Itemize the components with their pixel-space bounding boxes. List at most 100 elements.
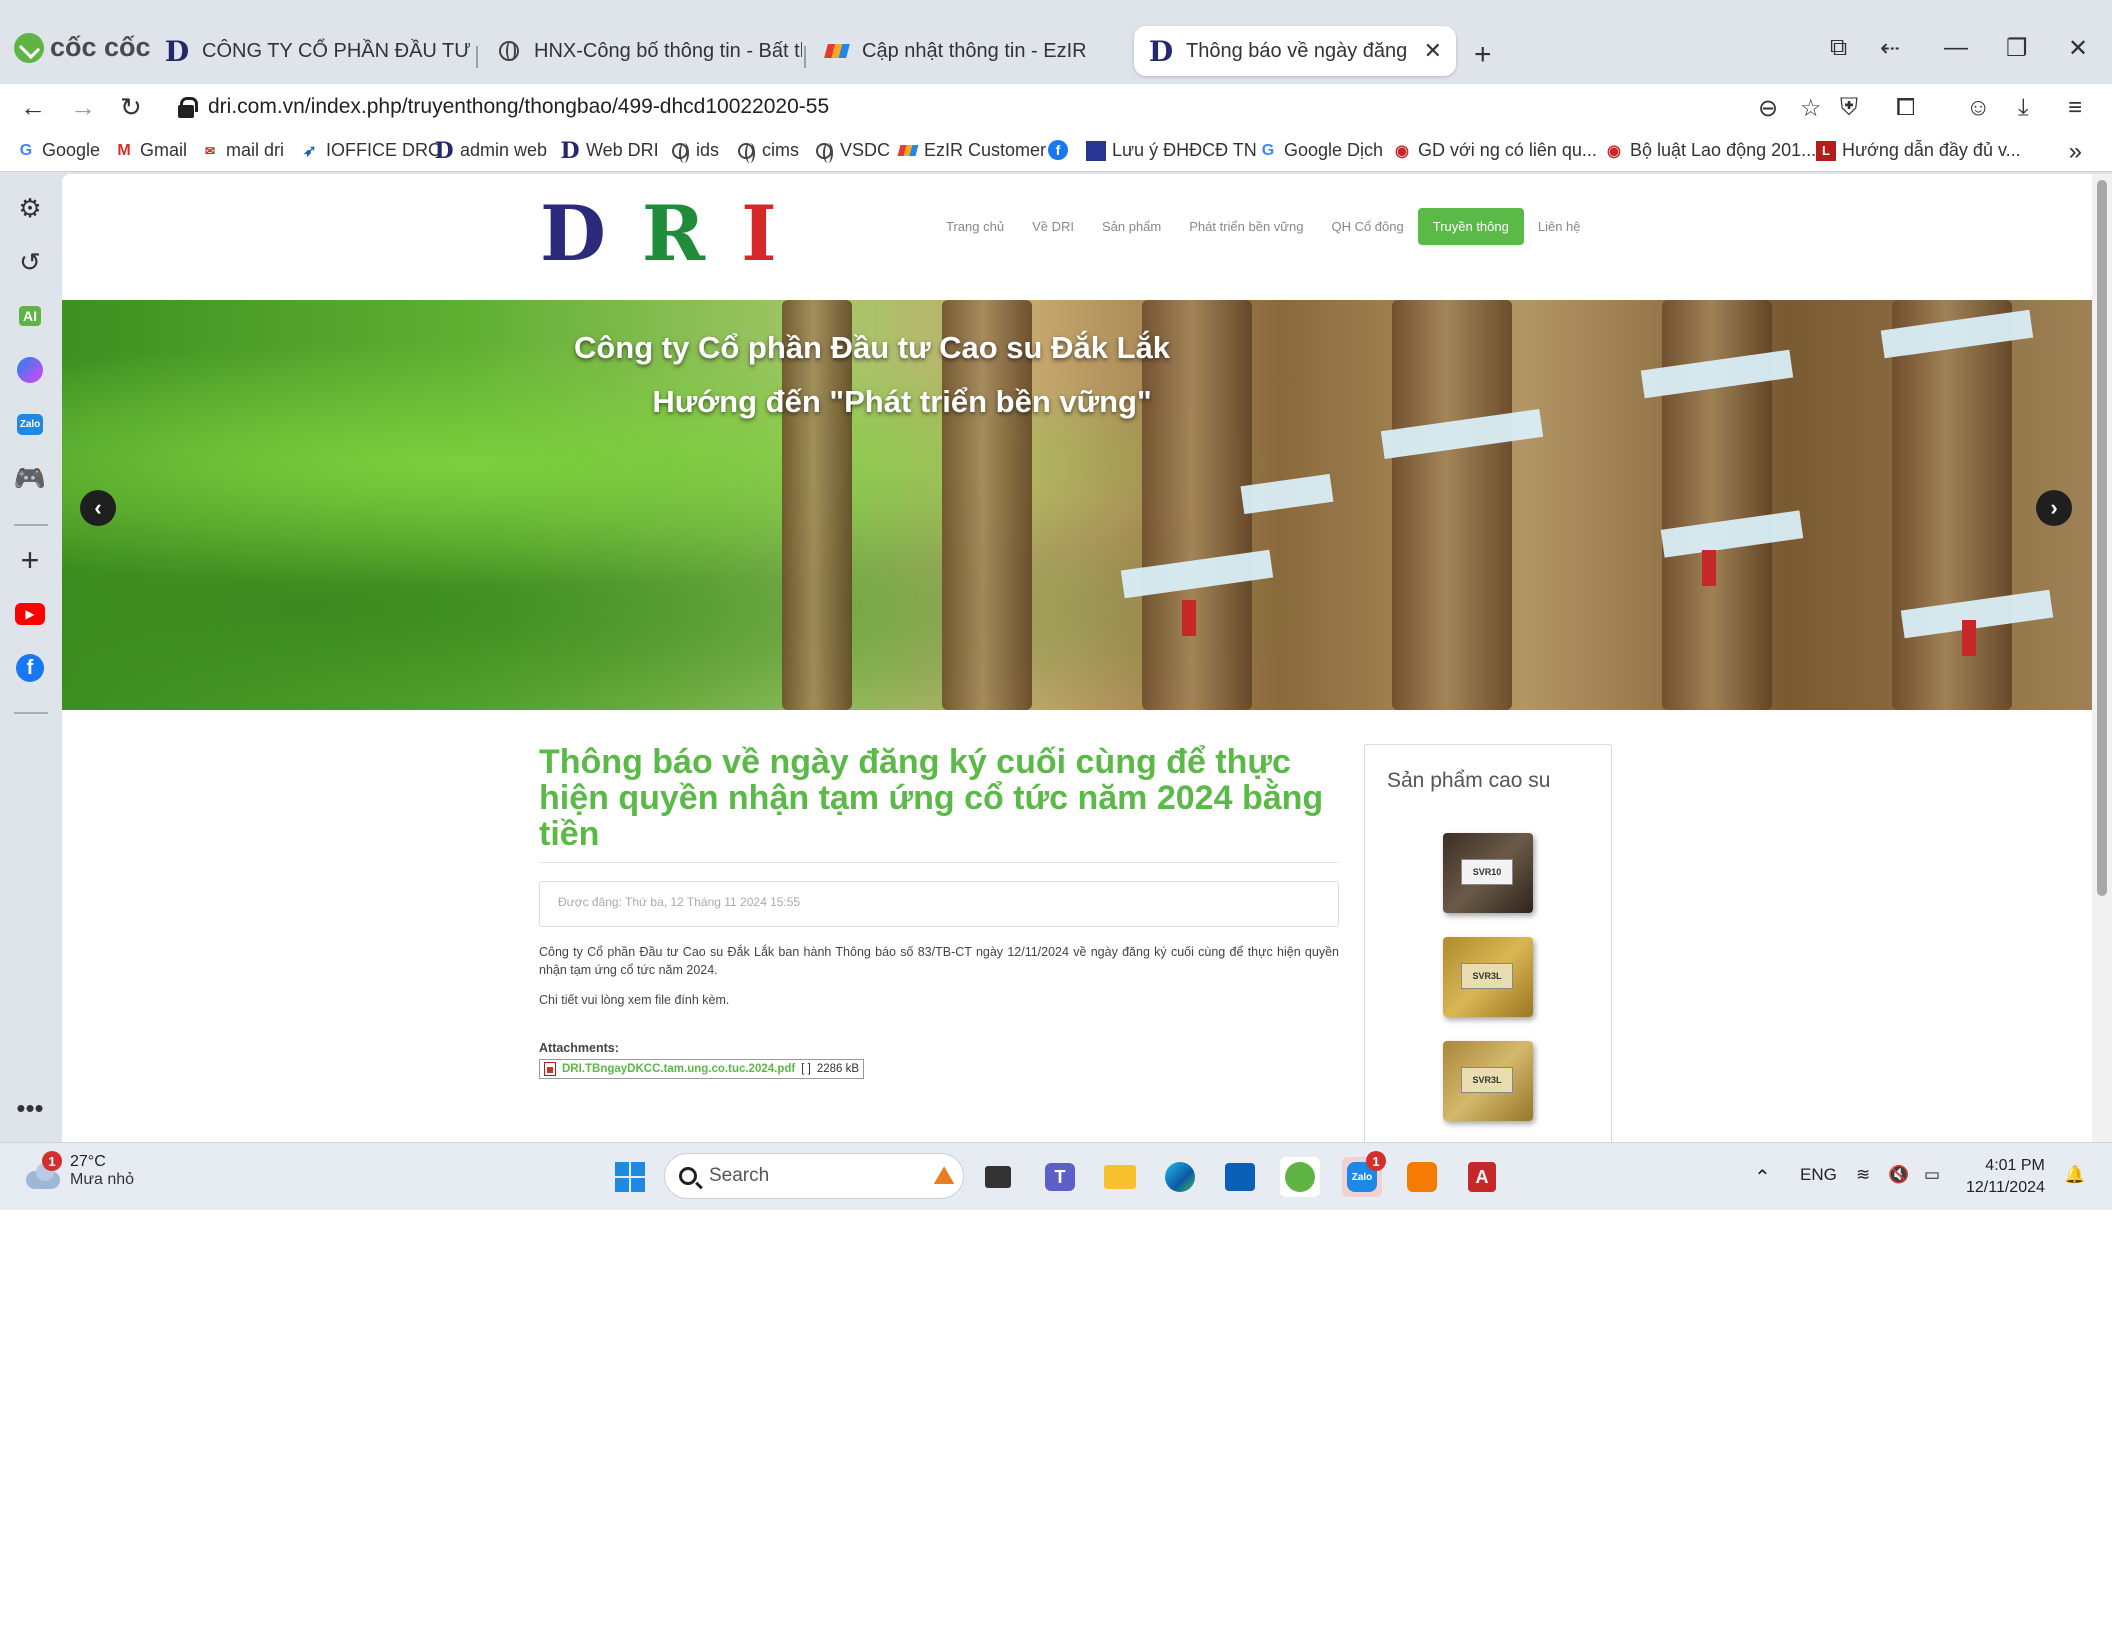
article-body: Công ty Cổ phần Đầu tư Cao su Đắk Lắk ba… <box>539 943 1339 1009</box>
nav-phat-trien-ben-vung[interactable]: Phát triển bền vững <box>1175 209 1317 244</box>
store-icon[interactable] <box>1220 1157 1260 1197</box>
bookmark-facebook[interactable]: f <box>1048 140 1074 160</box>
forward-button[interactable]: → <box>70 92 96 123</box>
nav-lien-he[interactable]: Liên hệ <box>1524 209 1595 244</box>
more-icon[interactable]: ••• <box>14 1092 46 1124</box>
taskbar-search[interactable]: Search ⛰ <box>664 1153 964 1199</box>
zalo-badge: 1 <box>1366 1151 1386 1171</box>
bookmark-star-icon[interactable]: ☆ <box>1800 94 1822 123</box>
reload-button[interactable]: ↻ <box>120 92 142 123</box>
history-icon[interactable]: ↺ <box>14 246 46 278</box>
system-clock[interactable]: 4:01 PM 12/11/2024 <box>1966 1155 2045 1199</box>
nav-ve-dri[interactable]: Về DRI <box>1018 209 1088 244</box>
bookmark-gd-lien-quan[interactable]: ◉ GD với ng có liên qu... <box>1392 140 1597 161</box>
bookmark-bo-luat[interactable]: ◉ Bộ luật Lao động 201... <box>1604 140 1816 161</box>
back-history-icon[interactable]: ⇠ <box>1880 34 1900 63</box>
tab-active-announcement[interactable]: D Thông báo về ngày đăng ký c ✕ <box>1134 26 1456 76</box>
tab-dri-company[interactable]: D CÔNG TY CỔ PHẦN ĐẦU TƯ CAO <box>150 26 470 76</box>
emblem-icon: ◉ <box>1395 142 1409 160</box>
chevron-up-icon[interactable]: ⌃ <box>1754 1165 1771 1190</box>
coccoc-logo[interactable]: cốc cốc <box>14 32 151 63</box>
zalo-taskbar-icon[interactable]: Zalo 1 <box>1342 1151 1386 1197</box>
wifi-icon[interactable]: ≋ <box>1856 1165 1870 1185</box>
nav-truyen-thong[interactable]: Truyền thông <box>1417 208 1524 245</box>
product-svr10[interactable]: SVR10 <box>1443 833 1533 913</box>
gamepad-icon[interactable]: 🎮 <box>14 462 46 494</box>
minimize-button[interactable]: — <box>1944 34 1968 62</box>
product-svr3l[interactable]: SVR3L <box>1443 937 1533 1017</box>
product-svr3l[interactable]: SVR3L <box>1443 1041 1533 1121</box>
youtube-icon[interactable]: ▶ <box>14 598 46 630</box>
shield-icon[interactable]: ⛨ <box>1840 94 1858 122</box>
banner-red-mark <box>1702 550 1716 586</box>
language-indicator[interactable]: ENG <box>1800 1165 1837 1185</box>
globe-icon <box>670 141 690 163</box>
task-view-icon[interactable] <box>978 1157 1018 1197</box>
download-icon[interactable]: ⤓ <box>2018 94 2029 122</box>
globe-icon <box>496 38 522 64</box>
bookmark-ids[interactable]: ids <box>670 140 719 163</box>
ai-icon[interactable]: AI <box>14 300 46 332</box>
search-highlight-icon: ⛰ <box>933 1160 955 1190</box>
file-explorer-icon[interactable] <box>1100 1157 1140 1197</box>
bookmark-admin-web[interactable]: Dadmin web <box>434 138 547 164</box>
dri-logo[interactable]: D R I <box>540 196 777 272</box>
article: Thông báo về ngày đăng ký cuối cùng để t… <box>539 744 1339 1081</box>
menu-icon[interactable]: ≡ <box>2068 94 2082 122</box>
tab-ezir[interactable]: Cập nhật thông tin - EzIR <box>810 26 1110 76</box>
bookmark-google[interactable]: G Google <box>16 140 100 161</box>
bookmark-google-dich[interactable]: G Google Dịch <box>1258 140 1383 161</box>
windows-start-icon[interactable] <box>610 1157 650 1197</box>
app-orange-icon[interactable] <box>1402 1157 1442 1197</box>
attachment-item: DRI.TBngayDKCC.tam.ung.co.tuc.2024.pdf [… <box>539 1059 865 1079</box>
facebook-icon[interactable]: f <box>14 652 46 684</box>
settings-gear-icon[interactable]: ⚙ <box>14 192 46 224</box>
bookmark-vsdc[interactable]: VSDC <box>814 140 890 163</box>
messenger-icon[interactable] <box>14 354 46 386</box>
lock-icon[interactable] <box>178 97 198 118</box>
acrobat-icon[interactable]: A <box>1462 1157 1502 1197</box>
bookmark-huong-dan[interactable]: L Hướng dẫn đầy đủ v... <box>1816 140 2021 161</box>
bookmark-mail-dri[interactable]: ✉ mail dri <box>200 140 284 161</box>
page-scrollbar[interactable] <box>2092 174 2112 1142</box>
nav-trang-chu[interactable]: Trang chủ <box>932 209 1018 244</box>
edge-icon[interactable] <box>1160 1157 1200 1197</box>
banner-tree <box>1892 300 2012 710</box>
back-button[interactable]: ← <box>20 92 46 123</box>
bookmark-web-dri[interactable]: D Web DRI <box>560 138 658 164</box>
attachment-link[interactable]: DRI.TBngayDKCC.tam.ung.co.tuc.2024.pdf <box>562 1063 795 1075</box>
zalo-icon[interactable]: Zalo <box>14 408 46 440</box>
restore-button[interactable]: ❐ <box>2006 34 2028 63</box>
tab-hnx[interactable]: HNX-Công bố thông tin - Bất thườ <box>482 26 802 76</box>
coccoc-taskbar-icon[interactable] <box>1280 1157 1320 1197</box>
bookmark-ezir-customer[interactable]: EzIR Customer <box>897 140 1046 161</box>
close-window-button[interactable]: ✕ <box>2068 34 2088 63</box>
attachments-label: Attachments: <box>539 1041 619 1055</box>
close-tab-icon[interactable]: ✕ <box>1424 38 1442 64</box>
battery-icon[interactable]: ▭ <box>1924 1165 1940 1185</box>
chevron-right-icon[interactable]: › <box>2036 490 2072 526</box>
nav-qh-co-dong[interactable]: QH Cổ đông <box>1317 209 1417 244</box>
profile-avatar[interactable]: ☺ <box>1966 94 1991 122</box>
speaker-muted-icon[interactable]: 🔇 <box>1888 1165 1909 1185</box>
chevron-left-icon[interactable]: ‹ <box>80 490 116 526</box>
teams-icon[interactable]: T <box>1040 1157 1080 1197</box>
weather-widget[interactable]: 1 27°C Mưa nhỏ <box>26 1151 134 1193</box>
bookmark-cims[interactable]: cims <box>736 140 799 163</box>
add-icon[interactable]: + <box>14 542 46 578</box>
bookmark-ioffice[interactable]: ➶ IOFFICE DRC <box>300 140 441 161</box>
bookmark-gmail[interactable]: M Gmail <box>114 140 187 161</box>
more-bookmarks-icon[interactable]: » <box>2069 138 2082 166</box>
document-icon <box>1086 140 1106 161</box>
tab-separator <box>804 46 806 68</box>
zoom-out-icon[interactable]: ⊖ <box>1758 94 1778 123</box>
nav-san-pham[interactable]: Sản phẩm <box>1088 209 1175 244</box>
new-tab-button[interactable]: + <box>1474 38 1492 72</box>
sidebar-divider <box>14 712 48 714</box>
extensions-icon[interactable]: ⧠ <box>1896 94 1915 122</box>
notification-bell-icon[interactable]: 🔔 <box>2064 1165 2085 1185</box>
screenshot-icon[interactable]: ⧉ <box>1830 34 1847 62</box>
bookmark-luu-y[interactable]: Lưu ý ĐHĐCĐ TN <box>1086 140 1257 161</box>
address-bar[interactable]: dri.com.vn/index.php/truyenthong/thongba… <box>208 95 829 119</box>
scrollbar-thumb[interactable] <box>2097 180 2107 896</box>
